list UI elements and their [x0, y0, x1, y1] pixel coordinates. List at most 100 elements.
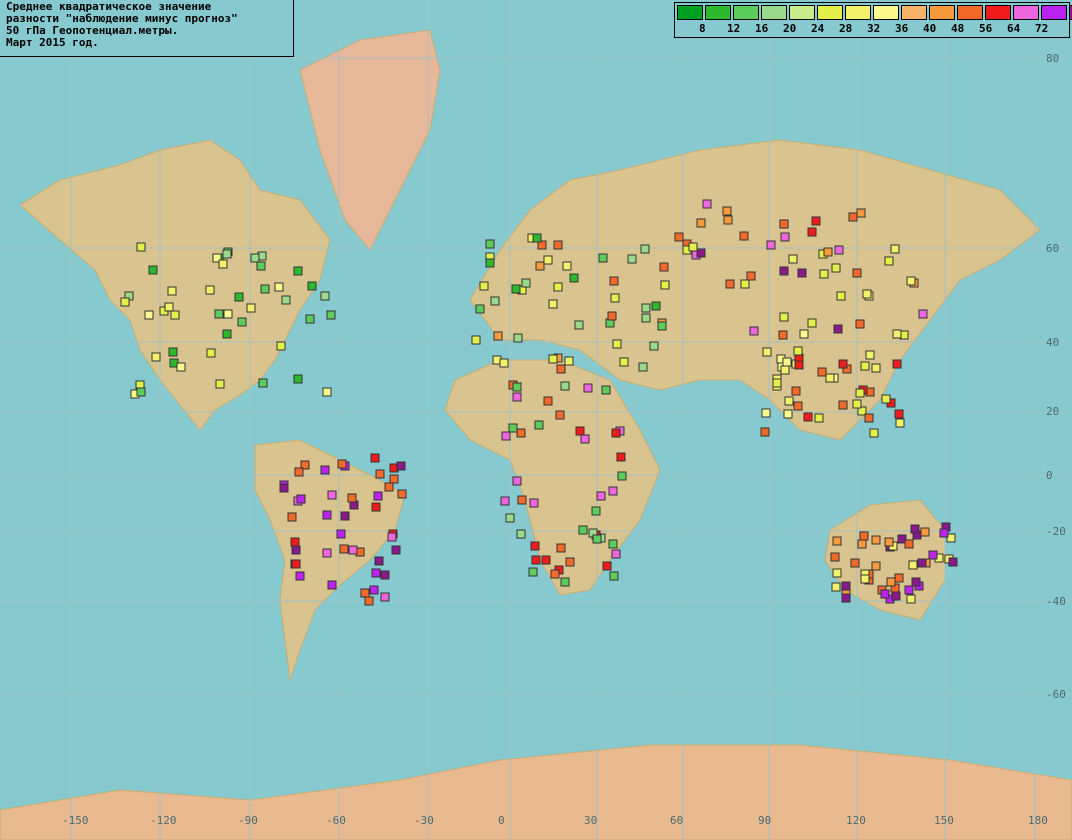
station-marker [855, 388, 865, 398]
station-marker [780, 365, 790, 375]
station-marker [246, 303, 256, 313]
station-marker [291, 559, 301, 569]
station-marker [610, 293, 620, 303]
station-marker [555, 410, 565, 420]
station-marker [560, 577, 570, 587]
station-marker [760, 427, 770, 437]
station-marker [834, 245, 844, 255]
station-marker [260, 284, 270, 294]
station-marker [293, 266, 303, 276]
station-marker [722, 206, 732, 216]
station-marker [880, 589, 890, 599]
latitude-label: -40 [1046, 595, 1066, 608]
station-marker [832, 568, 842, 578]
latitude-label: 0 [1046, 469, 1053, 482]
station-marker [793, 401, 803, 411]
station-marker [860, 574, 870, 584]
legend-swatch [677, 5, 703, 20]
longitude-label: -120 [150, 814, 177, 827]
station-marker [560, 381, 570, 391]
station-marker [881, 394, 891, 404]
station-marker [819, 269, 829, 279]
station-marker [548, 354, 558, 364]
station-marker [237, 317, 247, 327]
longitude-label: 120 [846, 814, 866, 827]
legend-label: 8 [699, 22, 706, 35]
station-marker [609, 571, 619, 581]
station-marker [601, 385, 611, 395]
station-marker [619, 357, 629, 367]
station-marker [778, 330, 788, 340]
station-marker [508, 423, 518, 433]
legend-swatch [957, 5, 983, 20]
station-marker [696, 248, 706, 258]
legend-label: 28 [839, 22, 853, 35]
station-marker [616, 452, 626, 462]
legend-swatch [1013, 5, 1039, 20]
station-marker [397, 489, 407, 499]
station-marker [578, 525, 588, 535]
station-marker [550, 569, 560, 579]
station-marker [348, 545, 358, 555]
station-marker [327, 490, 337, 500]
station-marker [293, 374, 303, 384]
latitude-label: 60 [1046, 242, 1060, 255]
station-marker [218, 259, 228, 269]
legend-label: 12 [727, 22, 741, 35]
station-marker [865, 350, 875, 360]
station-marker [793, 346, 803, 356]
station-marker [904, 585, 914, 595]
station-marker [891, 591, 901, 601]
station-marker [928, 550, 938, 560]
station-marker [541, 555, 551, 565]
station-marker [591, 506, 601, 516]
station-marker [794, 360, 804, 370]
latitude-label: 80 [1046, 52, 1060, 65]
station-marker [782, 357, 792, 367]
station-marker [871, 561, 881, 571]
station-marker [799, 329, 809, 339]
station-marker [222, 329, 232, 339]
station-marker [739, 231, 749, 241]
station-marker [832, 536, 842, 546]
station-marker [884, 537, 894, 547]
station-marker [852, 268, 862, 278]
legend-label: 48 [951, 22, 965, 35]
station-marker [151, 352, 161, 362]
station-marker [627, 254, 637, 264]
station-marker [855, 319, 865, 329]
station-marker [164, 302, 174, 312]
station-marker [779, 266, 789, 276]
station-marker [608, 539, 618, 549]
station-marker [360, 588, 370, 598]
station-marker [641, 303, 651, 313]
station-marker [389, 474, 399, 484]
station-marker [295, 571, 305, 581]
legend-label: 20 [783, 22, 797, 35]
station-marker [857, 539, 867, 549]
legend-label: 56 [979, 22, 993, 35]
legend-labels: 8 12 16 20 24 28 32 36 40 48 56 64 72 [675, 22, 1071, 36]
station-marker [906, 276, 916, 286]
station-marker [886, 577, 896, 587]
world-map [0, 0, 1072, 840]
station-marker [890, 244, 900, 254]
station-marker [780, 232, 790, 242]
title-line-4: Март 2015 год. [6, 36, 99, 49]
station-marker [170, 310, 180, 320]
station-marker [918, 309, 928, 319]
station-marker [657, 321, 667, 331]
station-marker [279, 483, 289, 493]
station-marker [641, 313, 651, 323]
legend-label: 64 [1007, 22, 1021, 35]
station-marker [305, 314, 315, 324]
station-marker [841, 581, 851, 591]
station-marker [206, 348, 216, 358]
station-marker [505, 513, 515, 523]
station-marker [823, 247, 833, 257]
station-marker [347, 493, 357, 503]
station-marker [274, 282, 284, 292]
latitude-label: -60 [1046, 688, 1066, 701]
station-marker [176, 362, 186, 372]
station-marker [250, 253, 260, 263]
